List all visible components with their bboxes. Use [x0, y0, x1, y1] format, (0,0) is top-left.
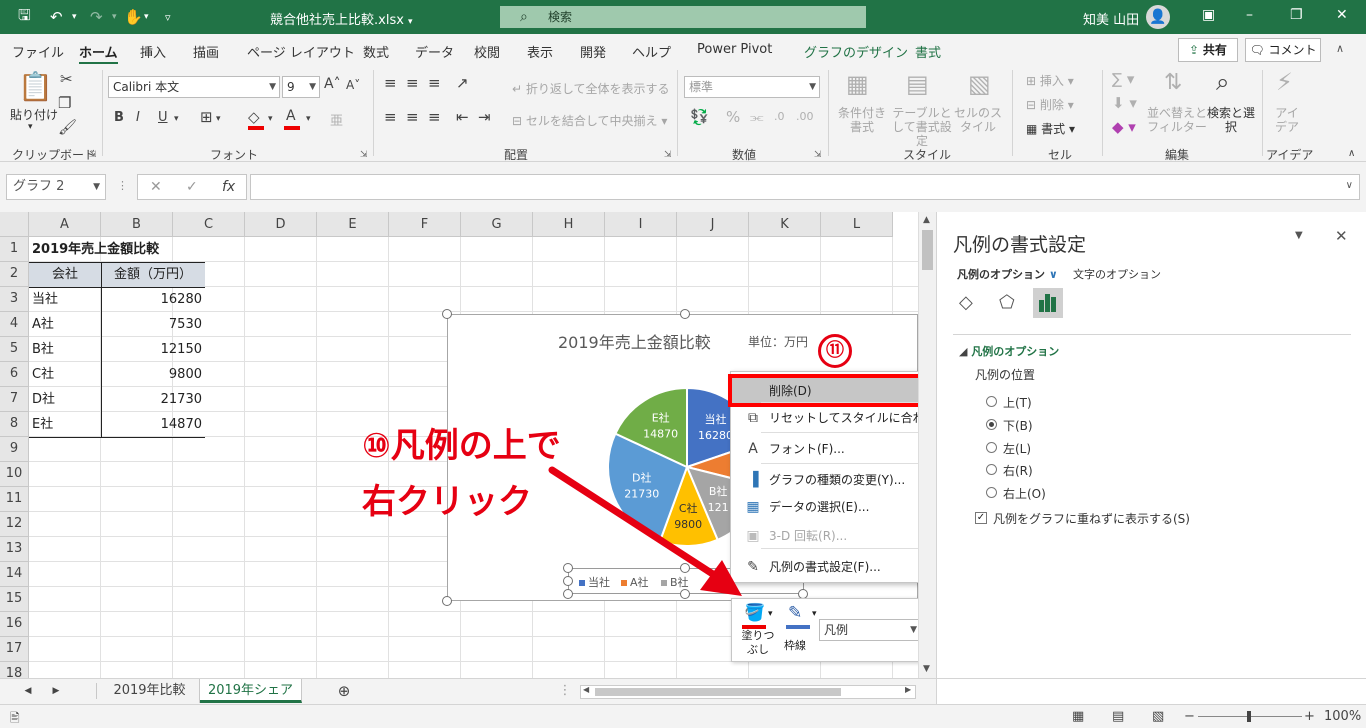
normal-view-icon[interactable]: ▦	[1072, 709, 1084, 724]
arrow-head	[700, 560, 742, 596]
section-legend-options[interactable]: ◢ 凡例のオプション	[959, 343, 1059, 359]
page-layout-view-icon[interactable]: ▤	[1112, 709, 1124, 724]
pane-close-icon[interactable]: ✕	[1335, 227, 1348, 245]
scroll-down-icon[interactable]: ▼	[923, 664, 930, 674]
zoom-in-icon[interactable]: +	[1304, 709, 1315, 724]
scroll-thumb[interactable]	[595, 688, 841, 696]
status-bar: 🖹 ▦ ▤ ▧ − + 100%	[0, 704, 1366, 728]
page-break-view-icon[interactable]: ▧	[1152, 709, 1164, 724]
zoom-level[interactable]: 100%	[1324, 709, 1361, 724]
overlap-checkbox[interactable]: ✓	[975, 512, 987, 524]
horizontal-scrollbar[interactable]: ◀ ▶	[580, 685, 916, 699]
tab-legend-options[interactable]: 凡例のオプション ∨	[957, 266, 1058, 282]
next-sheet-icon[interactable]: ▶	[46, 679, 66, 703]
overlap-checkbox-label: 凡例をグラフに重ねずに表示する(S)	[993, 512, 1190, 526]
legend-options-icon[interactable]	[1033, 288, 1063, 318]
radio-top-label: 上(T)	[1003, 396, 1032, 410]
pane-divider	[953, 334, 1351, 335]
radio-right-label: 右(R)	[1003, 464, 1033, 478]
add-sheet-icon[interactable]: ⊕	[334, 679, 354, 703]
scroll-thumb[interactable]	[922, 230, 933, 270]
sheet-tab-2019-comparison[interactable]: 2019年比較	[100, 679, 200, 703]
radio-bottom-label: 下(B)	[1003, 419, 1033, 433]
radio-bottom[interactable]	[986, 419, 997, 430]
radio-top-right-label: 右上(O)	[1003, 487, 1046, 501]
prev-sheet-icon[interactable]: ◀	[18, 679, 38, 703]
radio-top-right[interactable]	[986, 487, 997, 498]
scroll-right-icon[interactable]: ▶	[905, 685, 911, 694]
arrow-shaft	[548, 466, 726, 584]
pane-bottom	[936, 678, 1366, 704]
cell-mode-icon: 🖹	[10, 711, 20, 725]
tab-text-options[interactable]: 文字のオプション	[1073, 266, 1161, 282]
fill-line-icon[interactable]: ◇	[959, 292, 973, 313]
sheet-tab-bar: ◀ ▶ 2019年比較 2019年シェア ⊕ ⋮ ◀ ▶	[0, 678, 936, 704]
pane-title: 凡例の書式設定	[953, 234, 1087, 256]
pane-options-icon[interactable]: ▼	[1295, 230, 1303, 241]
zoom-slider-thumb[interactable]	[1247, 711, 1251, 722]
radio-left[interactable]	[986, 442, 997, 453]
tab-separator	[96, 683, 97, 699]
sheet-tab-2019-share[interactable]: 2019年シェア	[200, 679, 302, 703]
tab-split-grip-icon[interactable]: ⋮	[558, 679, 572, 703]
scroll-left-icon[interactable]: ◀	[583, 685, 589, 694]
excel-window: 🖫 ↶ ▾ ↷ ▾ ✋ ▾ ▿ 競合他社売上比較.xlsx ▾ ⌕ 検索 知美 …	[0, 0, 1366, 728]
radio-left-label: 左(L)	[1003, 442, 1032, 456]
vertical-scrollbar[interactable]: ▲ ▼	[918, 212, 936, 678]
scroll-up-icon[interactable]: ▲	[923, 215, 930, 225]
legend-position-label: 凡例の位置	[975, 368, 1036, 382]
zoom-out-icon[interactable]: −	[1184, 709, 1195, 724]
radio-right[interactable]	[986, 464, 997, 475]
effects-icon[interactable]: ⬠	[999, 292, 1015, 313]
radio-top[interactable]	[986, 396, 997, 407]
format-legend-pane: 凡例の書式設定 ▼ ✕ 凡例のオプション ∨ 文字のオプション ◇ ⬠ ◢ 凡例…	[936, 212, 1366, 678]
